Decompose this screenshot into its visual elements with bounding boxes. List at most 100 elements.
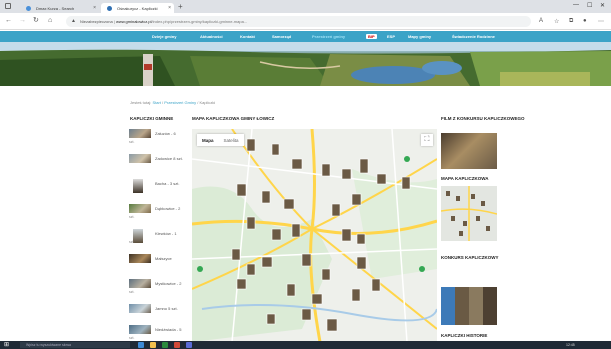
store-app-icon[interactable] bbox=[162, 342, 168, 348]
chapel-thumbnail[interactable] bbox=[129, 129, 151, 138]
chapel-count: szt. bbox=[129, 140, 135, 144]
site-favicon-icon bbox=[107, 6, 112, 11]
chapel-name[interactable]: Bacha - 3 szt. bbox=[155, 181, 179, 186]
fullscreen-icon[interactable]: ⛶ bbox=[421, 134, 433, 146]
browser-tab[interactable]: Dmax Kurza - Search × bbox=[20, 3, 99, 13]
right-section-title[interactable]: KAPLICZKI HISTORIE bbox=[441, 333, 487, 339]
right-section-title[interactable]: FILM Z KONKURSU KAPLICZKOWEGO bbox=[441, 116, 525, 122]
chapel-map[interactable]: Mapa Satelita ⛶ bbox=[192, 129, 437, 342]
chapel-thumbnail[interactable] bbox=[129, 325, 151, 334]
edge-app-icon[interactable] bbox=[138, 342, 144, 348]
window-menu-icon[interactable] bbox=[5, 3, 11, 9]
map-marker-icon[interactable] bbox=[419, 266, 425, 272]
chapel-name[interactable]: Małszyce bbox=[155, 256, 172, 261]
read-aloud-icon[interactable]: A bbox=[539, 18, 543, 24]
os-taskbar: ⊞ Wpisz tu wyszukiwane słowa 12:45 bbox=[0, 341, 611, 349]
profile-icon[interactable]: ● bbox=[583, 18, 587, 24]
list-item[interactable]: Dąbkowice - 2 szt. bbox=[129, 204, 187, 226]
breadcrumb-item-przestrzen[interactable]: Przestrzeń Gminy bbox=[164, 100, 196, 105]
tab-title: Dmax Kurza - Search bbox=[36, 6, 75, 11]
map-tab-mapa[interactable]: Mapa bbox=[197, 134, 219, 146]
collections-icon[interactable]: ⧉ bbox=[569, 18, 573, 25]
chapel-thumbnail[interactable] bbox=[133, 179, 143, 193]
mini-map-graphic bbox=[440, 186, 498, 241]
url-path: /index.php/przestrzen-gminy/kapliczki-gm… bbox=[151, 19, 248, 24]
right-section-title[interactable]: MAPA KAPLICZKOWA bbox=[441, 176, 489, 182]
chapel-count: szt. bbox=[129, 215, 135, 219]
map-heading: MAPA KAPLICZKOWA GMINY ŁOWICZ bbox=[192, 116, 275, 121]
list-item[interactable]: Bacha - 3 szt. bbox=[129, 179, 187, 201]
chapel-name[interactable]: Jamno 5 szt. bbox=[155, 306, 178, 311]
chapel-name[interactable]: Zadowice 8 szt. bbox=[155, 156, 183, 161]
nav-item-bip[interactable]: BIP bbox=[366, 34, 377, 39]
nav-item-kontakt[interactable]: Kontakt bbox=[240, 34, 255, 39]
forward-icon[interactable]: → bbox=[19, 17, 26, 25]
left-column-heading: KAPLICZKI GMINNE bbox=[130, 116, 174, 121]
chapel-thumbnail[interactable] bbox=[133, 229, 143, 243]
taskbar-clock[interactable]: 12:45 bbox=[566, 343, 575, 347]
new-tab-icon[interactable]: + bbox=[178, 3, 183, 11]
mail-app-icon[interactable] bbox=[174, 342, 180, 348]
close-tab-icon[interactable]: × bbox=[168, 5, 171, 11]
reload-icon[interactable]: ↻ bbox=[33, 17, 39, 25]
chapel-name[interactable]: Mystkowice - 2 bbox=[155, 281, 181, 286]
nav-item-samorzad[interactable]: Samorząd bbox=[272, 34, 291, 39]
map-tab-satelita[interactable]: Satelita bbox=[219, 134, 244, 146]
list-item[interactable]: Zadowice 8 szt. bbox=[129, 154, 187, 176]
windows-start-icon[interactable]: ⊞ bbox=[4, 342, 9, 348]
home-icon[interactable]: ⌂ bbox=[48, 17, 52, 25]
contest-collage-image[interactable] bbox=[441, 287, 497, 325]
nav-item-swiadczenie[interactable]: Świadczenie Rodzinne bbox=[452, 34, 495, 39]
explorer-app-icon[interactable] bbox=[150, 342, 156, 348]
chapel-thumbnail[interactable] bbox=[129, 154, 151, 163]
video-thumbnail[interactable] bbox=[441, 133, 497, 169]
url-field[interactable]: ▲ Niezabezpieczona | www.gminalowicz.pl/… bbox=[66, 16, 531, 27]
breadcrumb-item-start[interactable]: Start bbox=[152, 100, 160, 105]
chapel-thumbnail[interactable] bbox=[129, 254, 151, 263]
list-item[interactable]: Zaluzów - 6 szt. bbox=[129, 129, 187, 151]
aerial-landscape-image bbox=[0, 42, 611, 86]
back-icon[interactable]: ← bbox=[5, 17, 12, 25]
breadcrumb-prefix: Jesteś tutaj: bbox=[130, 100, 152, 105]
chapel-count: szt. bbox=[129, 240, 135, 244]
close-tab-icon[interactable]: × bbox=[93, 5, 96, 11]
nav-item-aktualnosci[interactable]: Aktualności bbox=[200, 34, 223, 39]
close-window-icon[interactable]: ✕ bbox=[600, 2, 605, 9]
mini-map-image[interactable] bbox=[440, 186, 498, 241]
nav-item-mapy[interactable]: Mapy gminy bbox=[408, 34, 431, 39]
right-section-title[interactable]: KONKURS KAPLICZKOWY bbox=[441, 255, 499, 261]
nav-item-esp[interactable]: ESP bbox=[387, 34, 395, 39]
list-item[interactable]: Mystkowice - 2 szt. bbox=[129, 279, 187, 301]
nav-item-dzieje[interactable]: Dzieje gminy bbox=[152, 34, 176, 39]
chapel-thumbnail[interactable] bbox=[129, 304, 151, 313]
address-toolbar: ← → ↻ ⌂ ▲ Niezabezpieczona | www.gminalo… bbox=[0, 13, 611, 30]
more-menu-icon[interactable]: ⋯ bbox=[598, 18, 604, 25]
breadcrumb-item-current: Kapliczki bbox=[199, 100, 216, 105]
favorites-icon[interactable]: ☆ bbox=[554, 18, 559, 25]
list-item[interactable]: Jamno 5 szt. bbox=[129, 304, 187, 326]
browser-tab-active[interactable]: Ośnakurycz - Kapliczki × bbox=[101, 3, 174, 13]
hero-aerial-banner bbox=[0, 42, 611, 86]
maximize-icon[interactable]: ☐ bbox=[587, 2, 592, 9]
search-favicon-icon bbox=[26, 6, 31, 11]
browser-tab-bar: Dmax Kurza - Search × Ośnakurycz - Kapli… bbox=[0, 0, 611, 13]
list-item[interactable]: Małszyce bbox=[129, 254, 187, 276]
taskbar-search[interactable]: Wpisz tu wyszukiwane słowa bbox=[20, 342, 130, 348]
breadcrumb: Jesteś tutaj: Start / Przestrzeń Gminy /… bbox=[130, 100, 216, 105]
nav-item-przestrzen[interactable]: Przestrzeń gminy bbox=[312, 34, 345, 39]
chapel-name[interactable]: Dąbkowice - 2 bbox=[155, 206, 180, 211]
chapel-name[interactable]: Klewków - 1 bbox=[155, 231, 177, 236]
chapel-name[interactable]: Zaluzów - 6 bbox=[155, 131, 176, 136]
app-icon[interactable] bbox=[186, 342, 192, 348]
list-item[interactable]: Klewków - 1 szt. bbox=[129, 229, 187, 251]
warning-icon: ▲ bbox=[71, 18, 76, 24]
chapel-name[interactable]: Niedźwiada - 5 bbox=[155, 327, 181, 332]
map-marker-icon[interactable] bbox=[197, 266, 203, 272]
site-navigation: Dzieje gminy Aktualności Kontakt Samorzą… bbox=[0, 31, 611, 42]
map-type-switch: Mapa Satelita bbox=[197, 134, 244, 146]
minimize-icon[interactable]: — bbox=[573, 2, 579, 8]
chapel-thumbnail[interactable] bbox=[129, 279, 151, 288]
map-marker-icon[interactable] bbox=[404, 156, 410, 162]
chapel-thumbnail[interactable] bbox=[129, 204, 151, 213]
map-canvas[interactable] bbox=[192, 129, 437, 342]
